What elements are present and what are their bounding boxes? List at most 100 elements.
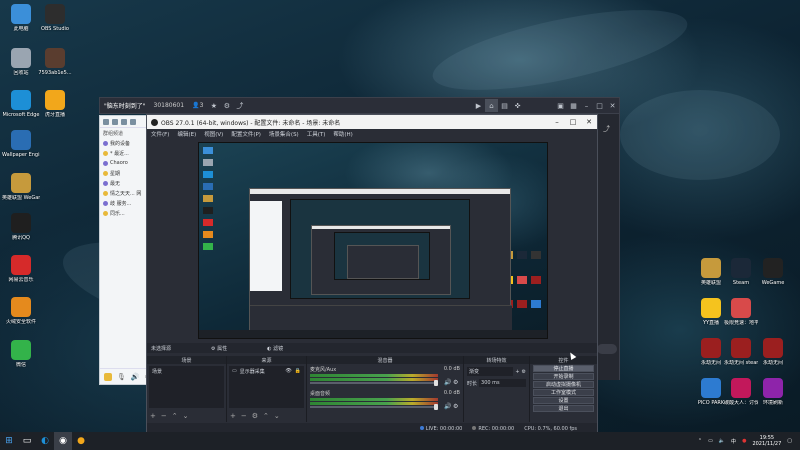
maximize-icon[interactable]: □ [565,118,581,126]
volume-icon[interactable]: 🔈 [719,438,725,444]
volume-fader[interactable] [310,404,438,410]
speaker-icon[interactable]: 🔊 [444,379,451,386]
layout-icon[interactable]: ▤ [498,99,511,112]
share-icon[interactable]: ⤴ [233,99,246,112]
obs-title-bar[interactable]: OBS 27.0.1 (64-bit, windows) - 配置文件: 未命名… [147,115,597,129]
menu-item[interactable]: 编辑(E) [177,130,196,138]
obs-main-window[interactable]: OBS 27.0.1 (64-bit, windows) - 配置文件: 未命名… [146,114,598,435]
notification-icon[interactable]: ▢ [787,438,792,444]
home-icon[interactable]: ⌂ [485,99,498,112]
add-icon[interactable]: + [515,369,519,375]
control-button[interactable]: 启动虚拟摄像机 [533,381,594,388]
minimize-icon[interactable]: – [549,118,565,126]
desktop-icon[interactable]: 虎牙直播 [36,90,74,118]
edge-icon[interactable]: ◐ [36,432,54,450]
desktop-icon[interactable]: WeGame [756,258,790,286]
maximize-icon[interactable]: □ [593,99,606,112]
clock[interactable]: 19:55 2021/11/27 [752,435,781,447]
control-button[interactable]: 退出 [533,405,594,412]
gamepad-icon[interactable]: ✜ [511,99,524,112]
menu-item[interactable]: 帮助(H) [333,130,352,138]
desktop-icon[interactable]: 英雄联盟 WeGame版 [2,173,40,201]
settings-icon[interactable]: ⚙ [220,99,233,112]
menu-item[interactable]: 视图(V) [204,130,223,138]
scene-item[interactable]: 场景 [149,366,224,377]
desktop-icon[interactable]: 微信 [2,340,40,368]
move-up-icon[interactable]: ⌃ [263,412,269,420]
move-up-icon[interactable]: ⌃ [172,412,178,420]
desktop-icon[interactable]: Steam [724,258,758,286]
shirt-icon[interactable]: ▦ [567,99,580,112]
menu-item[interactable]: 场景集合(S) [269,130,299,138]
move-down-icon[interactable]: ⌄ [183,412,189,420]
desktop-icon[interactable]: 极限竞速：地平线 4 [724,298,758,326]
antivirus-icon[interactable]: ● [742,438,746,444]
desktop-icon[interactable]: 腾讯QQ [2,213,40,241]
desktop-icon[interactable]: 火绒安全软件 [2,297,40,325]
desktop-icon[interactable]: 碳酸大人：讨伐... [724,378,758,406]
menu-item[interactable]: 文件(F) [151,130,169,138]
gear-icon[interactable]: ⚙ [453,403,458,410]
obs-taskbar-icon[interactable]: ◉ [54,432,72,450]
network-icon[interactable]: ▭ [708,438,713,444]
desktop-icon[interactable]: PICO PARK [694,378,728,406]
filters-button[interactable]: ◐ 滤镜 [267,345,283,352]
windows-start-icon[interactable]: ⊞ [0,432,18,450]
desktop-icon[interactable]: 英雄联盟 [694,258,728,286]
properties-button[interactable]: ⚙ 属性 [211,345,227,352]
chevron-up-icon[interactable]: ⌃ [698,438,702,444]
video-icon[interactable]: ▶ [472,99,485,112]
qq-message-icon[interactable] [130,118,136,125]
box-icon[interactable]: ▣ [554,99,567,112]
move-down-icon[interactable]: ⌄ [274,412,280,420]
qq-avatar-icon[interactable] [104,372,112,381]
qq-group-icon[interactable] [112,118,118,125]
visibility-icon[interactable]: 👁 [285,368,291,375]
control-button[interactable]: 停止直播 [533,365,594,372]
obs-back-window-titlebar[interactable]: "脑东时刻到了" 30180601 👤 3 ★ ⚙ ⤴ ▶ ⌂ ▤ ✜ ▣ ▦ … [99,97,620,114]
desktop-icon[interactable]: Microsoft Edge [2,90,40,118]
desktop-icon[interactable]: 环境刷新 [756,378,790,406]
speaker-icon[interactable]: 🔊 [131,373,140,381]
task-view-icon[interactable]: ▭ [18,432,36,450]
close-icon[interactable]: ✕ [581,118,597,126]
desktop-icon[interactable]: 永劫无间 [694,338,728,366]
menu-item[interactable]: 配置文件(P) [231,130,261,138]
speaker-icon[interactable]: 🔊 [444,403,451,410]
duration-input[interactable]: 300 ms [479,379,526,387]
control-button[interactable]: 设置 [533,397,594,404]
desktop-icon[interactable]: OBS Studio [36,4,74,32]
obs-preview-canvas[interactable] [198,142,548,339]
desktop-icon[interactable]: 永劫无间 [756,338,790,366]
remove-icon[interactable]: − [161,412,167,420]
gear-icon[interactable]: ⚙ [252,412,258,420]
desktop-icon[interactable]: 7593ab1e5... [36,48,74,76]
gear-icon[interactable]: ⚙ [522,369,526,375]
volume-fader-knob[interactable] [434,404,438,410]
desktop-icon[interactable]: Wallpaper Engine:... [2,130,40,158]
remove-icon[interactable]: − [241,412,247,420]
minimize-icon[interactable]: – [580,99,593,112]
close-icon[interactable]: ✕ [606,99,619,112]
add-icon[interactable]: + [150,412,156,420]
huya-icon[interactable]: ● [72,432,90,450]
control-button[interactable]: 开始录制 [533,373,594,380]
qq-channel-icon[interactable] [121,118,127,125]
desktop-icon[interactable]: 永劫无间 steam [724,338,758,366]
microphone-icon[interactable]: 🎙 [117,373,126,381]
back-window-toggle[interactable] [597,344,617,354]
lock-icon[interactable]: 🔒 [295,368,301,375]
source-item[interactable]: ▭ 显示器采集 👁 🔒 [229,366,304,377]
gear-icon[interactable]: ⚙ [453,379,458,386]
menu-item[interactable]: 工具(T) [307,130,326,138]
control-button[interactable]: 工作室模式 [533,389,594,396]
share-icon[interactable]: ⤴ [603,124,610,134]
desktop-icon[interactable]: 回收站 [2,48,40,76]
desktop-icon[interactable]: YY直播 [694,298,728,326]
desktop-icon[interactable]: 此电脑 [2,4,40,32]
volume-fader[interactable] [310,380,438,386]
qq-contacts-icon[interactable] [103,118,109,125]
volume-fader-knob[interactable] [434,380,438,386]
add-icon[interactable]: + [230,412,236,420]
desktop-icon[interactable]: 网易云音乐 [2,255,40,283]
